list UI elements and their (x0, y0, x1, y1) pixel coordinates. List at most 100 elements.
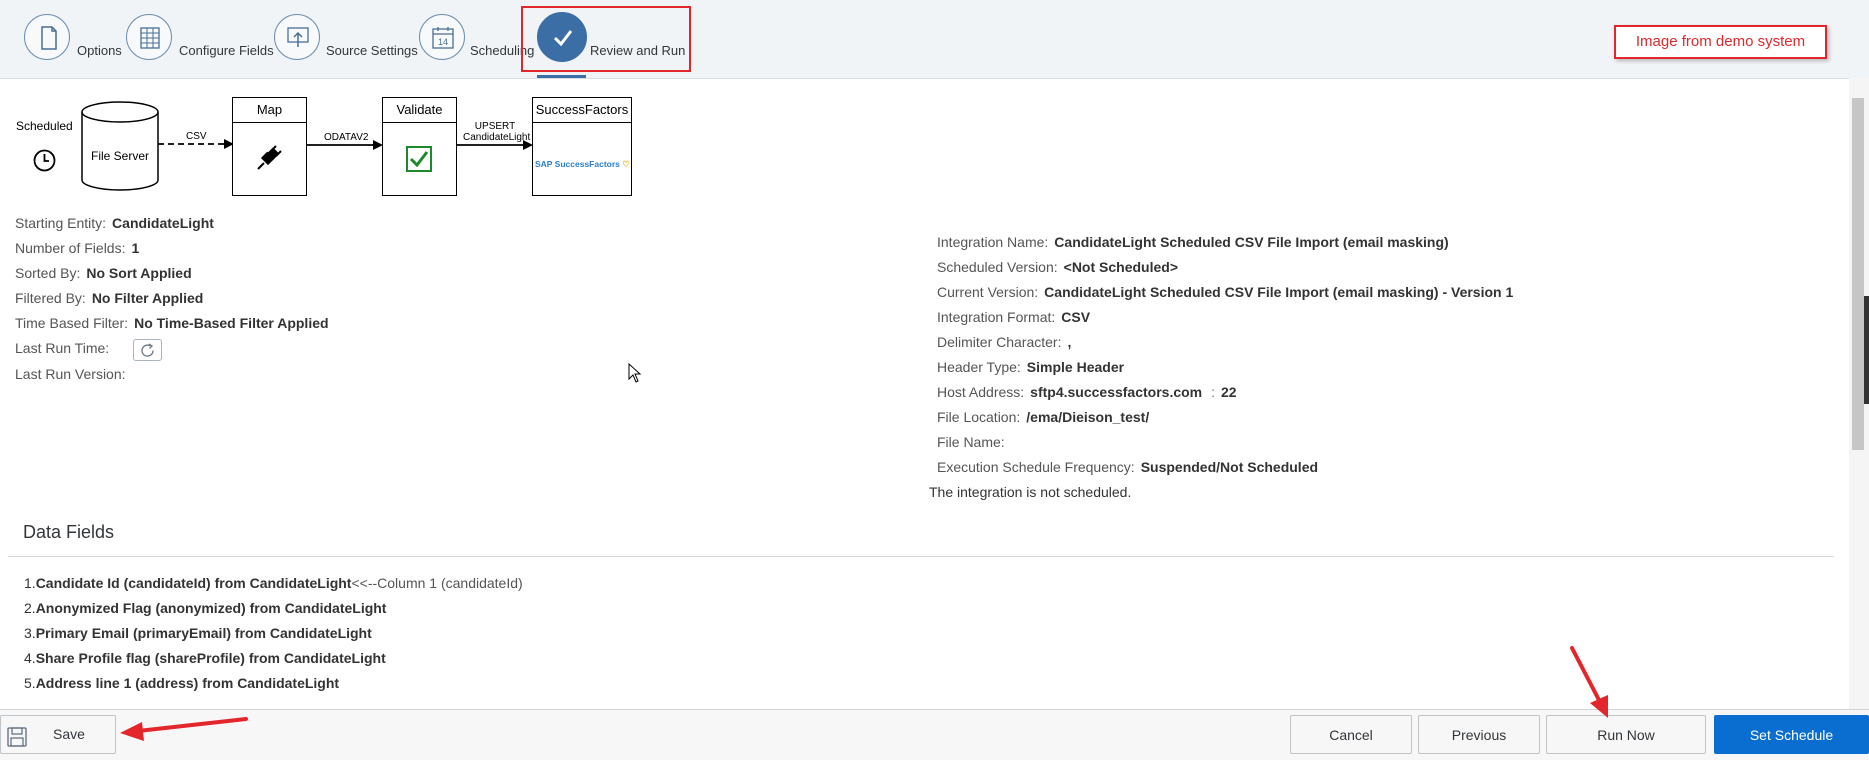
refresh-icon (141, 343, 154, 357)
validate-label: Validate (383, 98, 456, 123)
item-text: Primary Email (primaryEmail) from Candid… (35, 625, 372, 641)
step-label: Options (77, 43, 122, 58)
integration-flow-diagram: Scheduled File Server CSV Map ODATAV2 Va… (0, 78, 700, 208)
item-text: Share Profile flag (shareProfile) from C… (35, 650, 386, 666)
detail-value: <Not Scheduled> (1063, 259, 1178, 275)
detail-key: Integration Name: (937, 234, 1049, 250)
detail-key: Header Type: (937, 359, 1021, 375)
detail-key: Current Version: (937, 284, 1039, 300)
detail-key: Delimiter Character: (937, 334, 1062, 350)
detail-value: CandidateLight Scheduled CSV File Import… (1044, 284, 1514, 300)
item-number: 1. (24, 575, 36, 591)
integration-format-row: Integration Format: CSV (937, 309, 1090, 325)
detail-value: , (1067, 334, 1072, 350)
detail-key: File Name: (937, 434, 1005, 450)
grid-icon (126, 14, 172, 60)
step-label: Source Settings (326, 43, 418, 58)
item-number: 2. (24, 600, 36, 616)
detail-key: Last Run Time: (15, 340, 110, 356)
detail-value: No Sort Applied (86, 265, 192, 281)
validate-box: Validate (382, 97, 457, 196)
demo-system-label: Image from demo system (1614, 25, 1827, 59)
scrollbar-thumb[interactable] (1852, 98, 1864, 450)
detail-value: CandidateLight Scheduled CSV File Import… (1054, 234, 1449, 250)
solid-arrow (457, 140, 533, 150)
item-number: 5. (24, 675, 36, 691)
divider (8, 556, 1834, 557)
file-location-row: File Location: /ema/Dieison_test/ (937, 409, 1149, 425)
detail-key: Filtered By: (15, 290, 86, 306)
detail-key: Integration Format: (937, 309, 1056, 325)
footer-toolbar: Save Cancel Previous Run Now Set Schedul… (0, 709, 1869, 760)
detail-value: CandidateLight (112, 215, 214, 231)
detail-value: Simple Header (1026, 359, 1125, 375)
detail-value: /ema/Dieison_test/ (1026, 409, 1150, 425)
detail-value: Suspended/Not Scheduled (1140, 459, 1319, 475)
host-address-row: Host Address: sftp4.successfactors.com:22 (937, 384, 1237, 400)
refresh-button[interactable] (133, 339, 162, 361)
save-label: Save (53, 726, 85, 742)
delimiter-character-row: Delimiter Character:, (937, 334, 1071, 350)
green-check-icon (406, 146, 432, 172)
floppy-disk-icon (7, 727, 27, 747)
list-item: 1.Candidate Id (candidateId) from Candid… (24, 575, 523, 591)
solid-arrow (307, 140, 383, 150)
detail-key: Execution Schedule Frequency: (937, 459, 1135, 475)
last-run-time-row: Last Run Time: (15, 340, 109, 356)
item-text: Candidate Id (candidateId) from Candidat… (35, 575, 352, 591)
scrollbar-edge (1864, 296, 1869, 404)
step-label: Configure Fields (179, 43, 274, 58)
data-fields-title: Data Fields (23, 522, 115, 542)
map-label: Map (233, 98, 306, 123)
detail-key: Last Run Version: (15, 366, 126, 382)
document-icon (24, 14, 70, 60)
sorted-by-row: Sorted By: No Sort Applied (15, 265, 192, 281)
run-now-button[interactable]: Run Now (1546, 715, 1706, 754)
set-schedule-button[interactable]: Set Schedule (1714, 715, 1869, 754)
port-value: 22 (1221, 384, 1237, 400)
scheduled-label: Scheduled (16, 119, 73, 133)
previous-button[interactable]: Previous (1418, 715, 1540, 754)
save-button[interactable]: Save (0, 715, 116, 754)
detail-key: Sorted By: (15, 265, 81, 281)
number-of-fields-row: Number of Fields: 1 (15, 240, 139, 256)
calendar-icon: 14 (419, 14, 465, 60)
detail-value: No Time-Based Filter Applied (134, 315, 329, 331)
time-based-filter-row: Time Based Filter: No Time-Based Filter A… (15, 315, 329, 331)
item-text: Anonymized Flag (anonymized) from Candid… (35, 600, 387, 616)
detail-value: sftp4.successfactors.com (1030, 384, 1203, 400)
successfactors-label: SuccessFactors (533, 98, 631, 123)
file-server-label: File Server (91, 149, 150, 163)
item-text: Address line 1 (address) from CandidateL… (35, 675, 340, 691)
wizard-bar: Options Configure Fields Source Settings… (0, 0, 1869, 79)
file-server-icon (81, 101, 159, 191)
upsert-label-line1: UPSERT (474, 121, 516, 132)
scheduled-version-row: Scheduled Version: <Not Scheduled> (937, 259, 1178, 275)
detail-value: No Filter Applied (91, 290, 204, 306)
item-number: 3. (24, 625, 36, 641)
annotation-highlight-box (521, 6, 691, 72)
arrow-to-run-now (1570, 646, 1608, 718)
starting-entity-row: Starting Entity: CandidateLight (15, 215, 214, 231)
detail-value: 1 (131, 240, 140, 256)
not-scheduled-message: The integration is not scheduled. (929, 484, 1132, 500)
cancel-button[interactable]: Cancel (1290, 715, 1412, 754)
integration-name-row: Integration Name: CandidateLight Schedule… (937, 234, 1449, 250)
detail-key: Starting Entity: (15, 215, 107, 231)
last-run-version-row: Last Run Version: (15, 366, 126, 382)
detail-key: Host Address: (937, 384, 1025, 400)
item-mapping: <<--Column 1 (candidateId) (351, 575, 523, 591)
successfactors-box: SuccessFactors SAP SuccessFactors ♡ (532, 97, 632, 196)
clock-icon (33, 149, 56, 172)
header-type-row: Header Type: Simple Header (937, 359, 1124, 375)
detail-key: Number of Fields: (15, 240, 126, 256)
current-version-row: Current Version: CandidateLight Scheduled… (937, 284, 1513, 300)
map-box: Map (232, 97, 307, 196)
execution-schedule-frequency-row: Execution Schedule Frequency: Suspended/N… (937, 459, 1318, 475)
sap-successfactors-logo: SAP SuccessFactors ♡ (535, 159, 630, 169)
list-item: 2.Anonymized Flag (anonymized) from Cand… (24, 600, 386, 616)
detail-key: File Location: (937, 409, 1021, 425)
detail-key: Time Based Filter: (15, 315, 129, 331)
filtered-by-row: Filtered By: No Filter Applied (15, 290, 203, 306)
svg-text:14: 14 (438, 37, 448, 47)
